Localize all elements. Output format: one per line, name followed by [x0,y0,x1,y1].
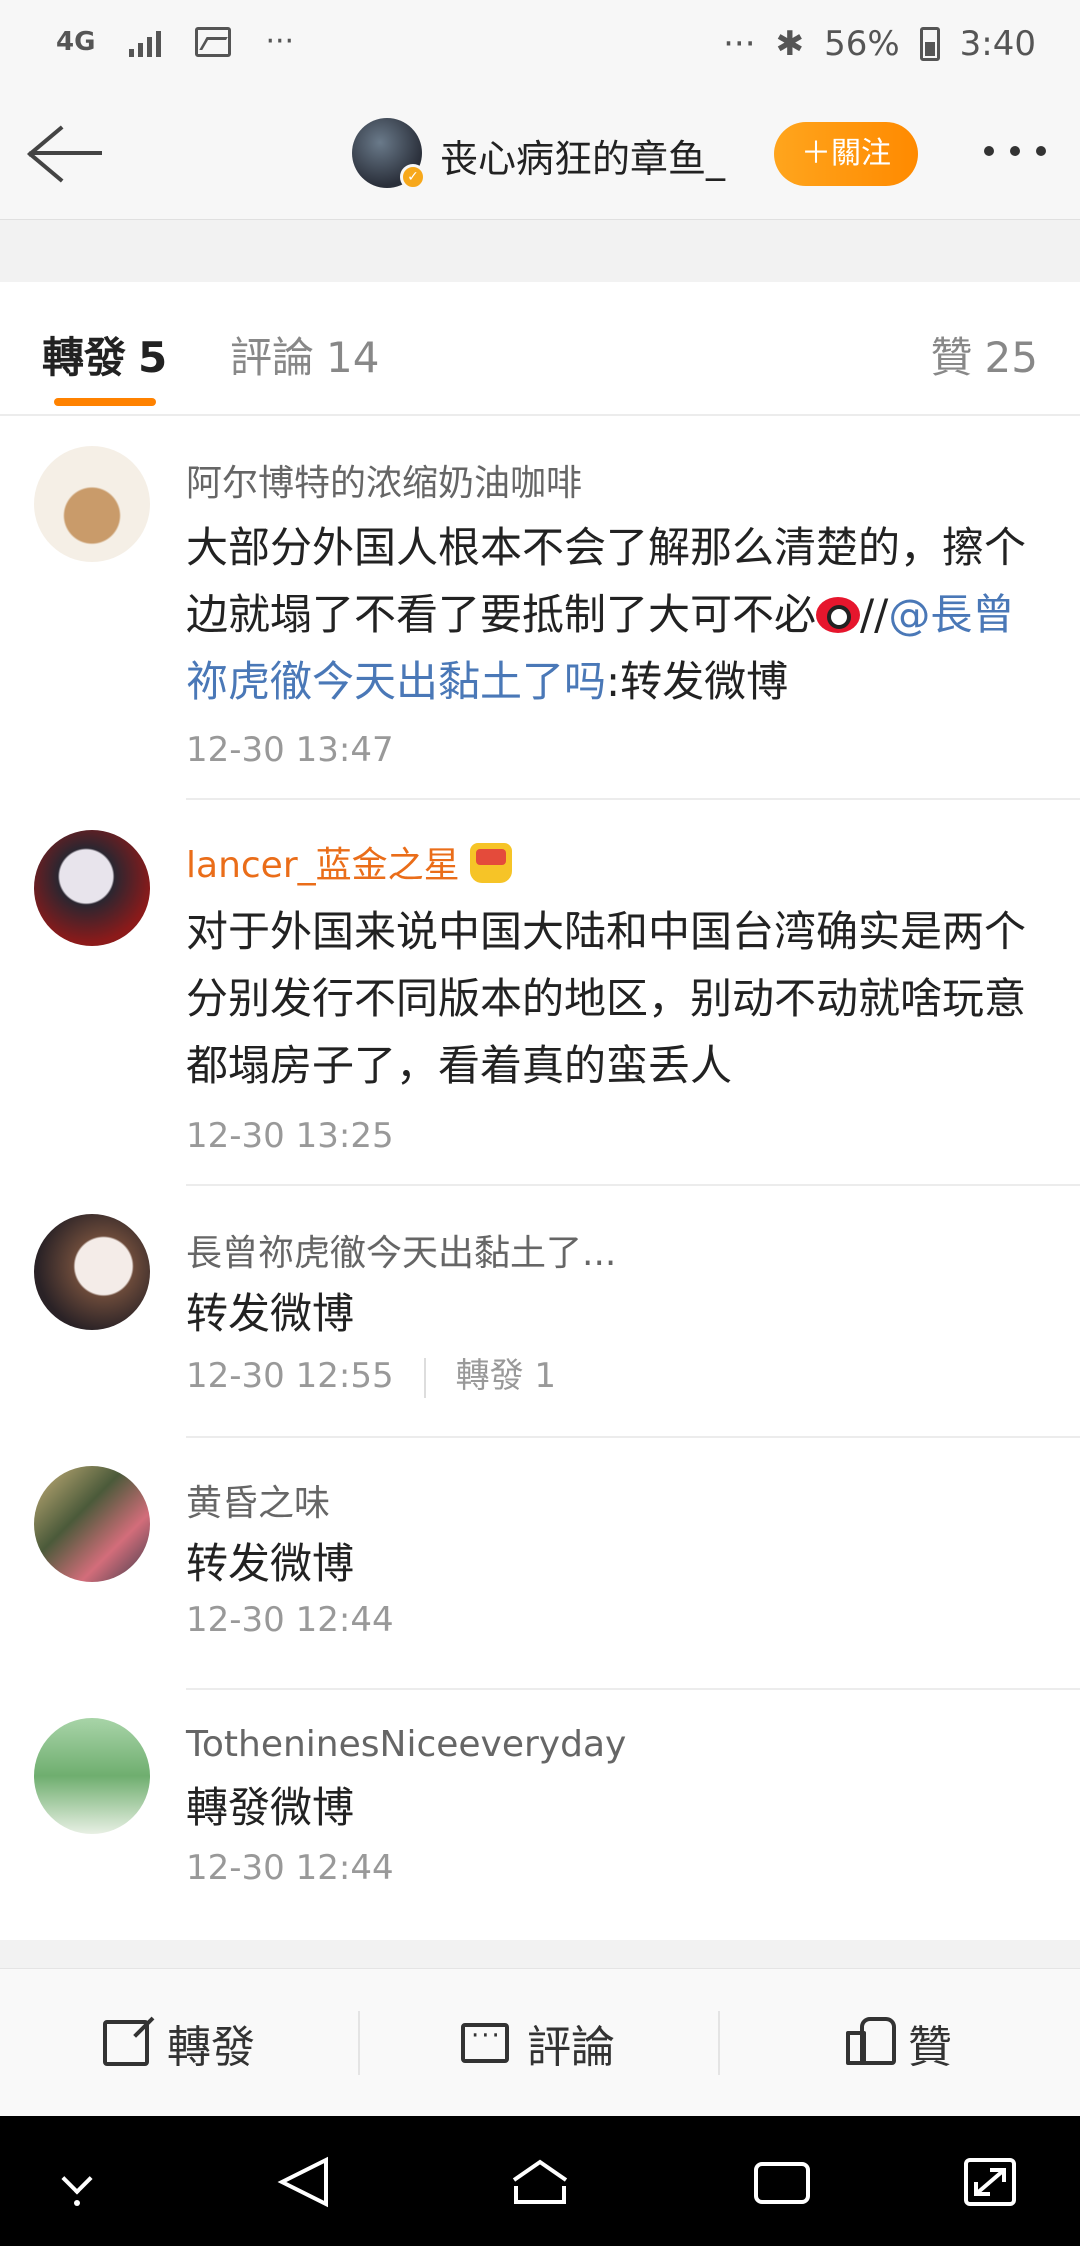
repost-text-part: :转发微博 [606,657,789,706]
author-name[interactable]: 丧心病狂的章鱼_ [440,128,725,183]
fullscreen-expand-icon[interactable] [960,2156,1020,2208]
tab-comments-count: 14 [326,333,380,382]
bottom-action-bar: 轉發 評論 贊 [0,1968,1080,2116]
timestamp: 12-30 13:25 [186,1116,394,1156]
comment-button-label: 評論 [527,2022,615,2073]
follow-button[interactable]: ＋關注 [774,122,918,186]
nav-home-icon[interactable] [510,2156,570,2208]
divider [423,1357,426,1398]
repost-button[interactable]: 轉發 [0,1969,358,2117]
signal-icon [129,27,162,57]
system-nav-bar [0,2116,1080,2246]
vip-crown-icon [469,843,512,883]
battery-icon [919,27,940,61]
avatar[interactable] [34,1466,150,1582]
avatar[interactable] [34,1214,150,1330]
like-button-label: 贊 [908,2022,952,2073]
repost-text-part: // [860,590,889,639]
interaction-tabs: 轉發 5 評論 14 贊 25 [0,282,1080,416]
top-nav-bar: ✓ 丧心病狂的章鱼_ ＋關注 [0,90,1080,220]
avatar[interactable] [34,446,150,562]
image-notification-icon [195,26,232,57]
more-notifications-icon: ··· [265,24,295,59]
repost-count[interactable]: 轉發 1 [456,1356,556,1396]
timestamp: 12-30 12:44 [186,1848,394,1888]
repost-text: 转发微博 [186,1289,355,1338]
tab-reposts[interactable]: 轉發 5 [42,324,167,385]
avatar[interactable] [34,1718,150,1834]
comment-button[interactable]: 評論 [358,1969,718,2117]
repost-button-label: 轉發 [167,2022,255,2073]
nav-back-icon[interactable] [274,2156,334,2208]
status-bar: 4G ··· ··· ✱ 56% 3:40 [0,0,1080,90]
clock: 3:40 [959,24,1036,64]
author-avatar[interactable]: ✓ [352,118,426,190]
list-item[interactable]: 長曾祢虎徹今天出黏土了... 转发微博 12-30 12:55 轉發 1 [0,1186,1080,1438]
tab-comments-label: 評論 [230,333,315,382]
list-item[interactable]: 阿尔博特的浓缩奶油咖啡 大部分外国人根本不会了解那么清楚的，擦个边就塌了不看了要… [0,416,1080,800]
tab-comments[interactable]: 評論 14 [230,324,379,385]
avatar[interactable] [34,830,150,946]
user-name[interactable]: TotheninesNiceeveryday [186,1724,626,1765]
verified-badge-icon: ✓ [400,164,426,190]
weibo-logo-icon [816,597,861,633]
list-item[interactable]: 黄昏之味 转发微博 12-30 12:44 [0,1438,1080,1690]
tab-likes-count: 25 [984,333,1038,382]
repost-text: 大部分外国人根本不会了解那么清楚的，擦个边就塌了不看了要抵制了大可不必//@長曾… [186,514,1046,715]
collapse-nav-icon[interactable] [58,2168,98,2206]
timestamp: 12-30 13:47 [186,730,394,770]
active-tab-indicator [54,398,156,406]
timestamp: 12-30 12:55 轉發 1 [186,1348,556,1398]
repost-text: 转发微博 [186,1539,355,1588]
list-item[interactable]: lancer_蓝金之星 对于外国来说中国大陆和中国台湾确实是两个分别发行不同版本… [0,800,1080,1186]
network-indicator: 4G [56,26,96,57]
battery-percent: 56% [824,24,900,64]
user-name[interactable]: lancer_蓝金之星 [186,836,512,888]
timestamp: 12-30 12:44 [186,1600,394,1640]
more-options-icon[interactable] [984,146,1046,156]
timestamp-text: 12-30 12:55 [186,1356,394,1396]
tab-likes-label: 贊 [930,333,973,382]
thumbs-up-icon [846,2017,896,2065]
repost-list: 阿尔博特的浓缩奶油咖啡 大部分外国人根本不会了解那么清楚的，擦个边就塌了不看了要… [0,416,1080,1940]
user-name-text: lancer_蓝金之星 [186,845,460,886]
list-item[interactable]: TotheninesNiceeveryday 轉發微博 12-30 12:44 [0,1690,1080,1940]
user-name[interactable]: 長曾祢虎徹今天出黏土了... [186,1224,616,1276]
repost-icon [103,2020,149,2066]
tab-reposts-label: 轉發 [42,333,127,382]
user-name[interactable]: 阿尔博特的浓缩奶油咖啡 [186,454,582,506]
back-arrow-icon[interactable] [27,120,108,186]
tab-likes[interactable]: 贊 25 [931,324,1038,385]
more-status-icon: ··· [723,24,756,64]
repost-text: 轉發微博 [186,1783,355,1832]
comment-icon [461,2021,509,2063]
like-button[interactable]: 贊 [718,1969,1080,2117]
nav-recent-apps-icon[interactable] [752,2156,812,2208]
user-name[interactable]: 黄昏之味 [186,1474,330,1526]
tab-reposts-count: 5 [138,333,168,382]
repost-text: 对于外国来说中国大陆和中国台湾确实是两个分别发行不同版本的地区，别动不动就啥玩意… [186,907,1027,1090]
bluetooth-icon: ✱ [775,24,805,64]
